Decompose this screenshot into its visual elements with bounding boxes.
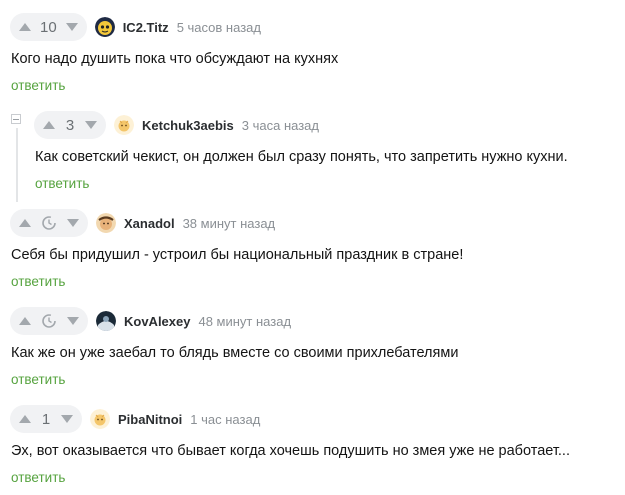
username[interactable]: PibaNitnoi bbox=[118, 412, 182, 427]
avatar[interactable] bbox=[96, 213, 116, 233]
username[interactable]: KovAlexey bbox=[124, 314, 190, 329]
face-avatar-icon bbox=[96, 213, 116, 233]
vote-control bbox=[10, 209, 88, 237]
dark-avatar-icon bbox=[96, 311, 116, 331]
cartoon-face-avatar-icon bbox=[94, 17, 115, 37]
vote-score: 3 bbox=[65, 116, 75, 134]
comment-time[interactable]: 3 часа назад bbox=[242, 118, 319, 133]
vote-score: 10 bbox=[40, 18, 57, 36]
reply-link[interactable]: ответить bbox=[11, 274, 65, 289]
avatar[interactable] bbox=[114, 115, 134, 135]
username[interactable]: Xanadol bbox=[124, 216, 175, 231]
comment-header: 3 Ketchuk3aebis 3 часа назад bbox=[34, 111, 319, 139]
downvote-arrow-icon[interactable] bbox=[58, 410, 76, 428]
upvote-arrow-icon[interactable] bbox=[16, 312, 34, 330]
comment-header: 10 IC2.Titz 5 часов назад bbox=[10, 13, 261, 41]
collapse-thread-button[interactable] bbox=[11, 114, 21, 124]
comment-time[interactable]: 48 минут назад bbox=[198, 314, 291, 329]
username[interactable]: IC2.Titz bbox=[123, 20, 169, 35]
upvote-arrow-icon[interactable] bbox=[16, 214, 34, 232]
avatar[interactable] bbox=[96, 311, 116, 331]
pending-score-icon bbox=[40, 312, 58, 330]
comment-time[interactable]: 5 часов назад bbox=[177, 20, 261, 35]
comment-header: KovAlexey 48 минут назад bbox=[10, 307, 291, 335]
vote-control bbox=[10, 307, 88, 335]
downvote-arrow-icon[interactable] bbox=[63, 18, 81, 36]
comment-header: 1 PibaNitnoi 1 час назад bbox=[10, 405, 260, 433]
default-avatar-icon bbox=[90, 409, 110, 429]
comment-text: Себя бы придушил - устроил бы национальн… bbox=[11, 247, 464, 263]
reply-link[interactable]: ответить bbox=[35, 176, 89, 191]
downvote-arrow-icon[interactable] bbox=[82, 116, 100, 134]
upvote-arrow-icon[interactable] bbox=[16, 18, 34, 36]
upvote-arrow-icon[interactable] bbox=[16, 410, 34, 428]
pending-score-icon bbox=[40, 214, 58, 232]
avatar[interactable] bbox=[94, 17, 115, 37]
downvote-arrow-icon[interactable] bbox=[64, 214, 82, 232]
comment-text: Как советский чекист, он должен был сраз… bbox=[35, 149, 568, 165]
comment-time[interactable]: 38 минут назад bbox=[183, 216, 276, 231]
comment-text: Кого надо душить пока что обсуждают на к… bbox=[11, 51, 339, 67]
default-avatar-icon bbox=[114, 115, 134, 135]
username[interactable]: Ketchuk3aebis bbox=[142, 118, 234, 133]
reply-link[interactable]: ответить bbox=[11, 372, 65, 387]
reply-link[interactable]: ответить bbox=[11, 78, 65, 93]
comment-text: Эх, вот оказывается что бывает когда хоч… bbox=[11, 443, 570, 459]
upvote-arrow-icon[interactable] bbox=[40, 116, 58, 134]
vote-control: 10 bbox=[10, 13, 87, 41]
vote-control: 3 bbox=[34, 111, 106, 139]
downvote-arrow-icon[interactable] bbox=[64, 312, 82, 330]
reply-link[interactable]: ответить bbox=[11, 470, 65, 485]
vote-control: 1 bbox=[10, 405, 82, 433]
vote-score: 1 bbox=[41, 410, 51, 428]
thread-line[interactable] bbox=[16, 128, 18, 202]
avatar[interactable] bbox=[90, 409, 110, 429]
comment-header: Xanadol 38 минут назад bbox=[10, 209, 275, 237]
comment-time[interactable]: 1 час назад bbox=[190, 412, 260, 427]
comment-text: Как же он уже заебал то блядь вместе со … bbox=[11, 345, 459, 361]
